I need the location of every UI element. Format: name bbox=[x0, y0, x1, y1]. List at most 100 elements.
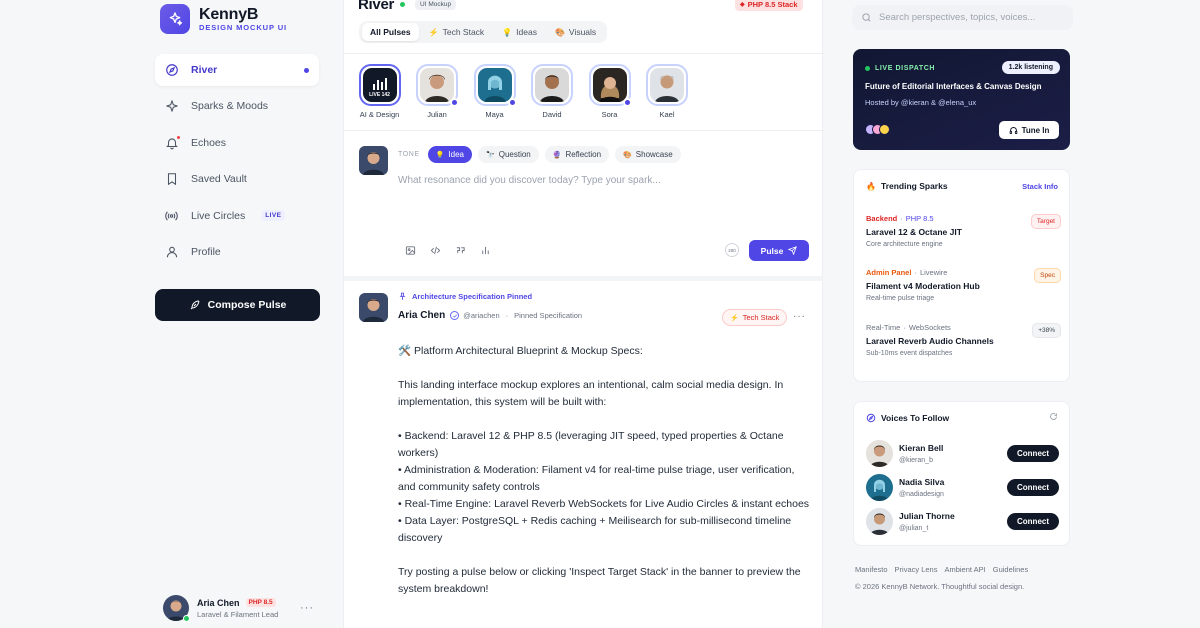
story-david[interactable]: David bbox=[531, 64, 574, 119]
tab-label: Tech Stack bbox=[442, 27, 485, 37]
tone-label: TONE bbox=[398, 151, 420, 158]
image-icon[interactable] bbox=[404, 244, 416, 256]
post-more-icon[interactable]: ··· bbox=[793, 311, 806, 322]
post-line: • Real-Time Engine: Laravel Reverb WebSo… bbox=[398, 498, 810, 510]
tune-in-button[interactable]: Tune In bbox=[999, 121, 1059, 139]
trending-item[interactable]: Real-Time · WebSockets Laravel Reverb Audi… bbox=[866, 323, 1061, 357]
footer-link-privacy[interactable]: Privacy Lens bbox=[895, 565, 938, 574]
footer-link-guidelines[interactable]: Guidelines bbox=[993, 565, 1028, 574]
main-nav: River Sparks & Moods Echoes Saved Vault … bbox=[155, 54, 319, 272]
tab-label: All Pulses bbox=[370, 27, 411, 37]
voice-name[interactable]: Kieran Bell bbox=[899, 443, 943, 453]
nav-item-sparks[interactable]: Sparks & Moods bbox=[155, 90, 319, 122]
trending-item[interactable]: Admin Panel · Livewire Filament v4 Moderat… bbox=[866, 268, 1061, 302]
brand[interactable]: KennyB DESIGN MOCKUP UI bbox=[160, 4, 287, 34]
telescope-icon: 🔭 bbox=[486, 151, 495, 159]
stack-badge[interactable]: ◆ PHP 8.5 Stack bbox=[735, 0, 803, 11]
more-options-icon[interactable]: ··· bbox=[300, 602, 314, 614]
footer-link-api[interactable]: Ambient API bbox=[944, 565, 985, 574]
voice-name[interactable]: Julian Thorne bbox=[899, 511, 955, 521]
voice-handle: @nadiadesign bbox=[899, 491, 944, 498]
tab-visuals[interactable]: 🎨 Visuals bbox=[547, 23, 604, 41]
tab-ideas[interactable]: 💡 Ideas bbox=[494, 23, 545, 41]
nav-label: Profile bbox=[191, 245, 221, 258]
character-counter: 280 bbox=[725, 243, 739, 257]
story-maya[interactable]: Maya bbox=[473, 64, 517, 119]
tone-option-label: Showcase bbox=[635, 150, 673, 159]
story-ring: LIVE 142 bbox=[358, 64, 401, 106]
story-julian[interactable]: Julian bbox=[416, 64, 459, 119]
broadcast-icon bbox=[164, 208, 179, 223]
sparkle-icon bbox=[164, 99, 179, 114]
post-line: • Backend: Laravel 12 & PHP 8.5 (leverag… bbox=[398, 430, 784, 459]
palette-icon: 🎨 bbox=[623, 151, 632, 159]
tab-tech-stack[interactable]: ⚡ Tech Stack bbox=[421, 23, 493, 41]
search-input[interactable]: Search perspectives, topics, voices... bbox=[852, 5, 1073, 30]
tech-stack-tag[interactable]: ⚡ Tech Stack bbox=[722, 309, 788, 326]
user-role: Laravel & Filament Lead bbox=[197, 609, 279, 619]
user-name: Aria Chen bbox=[197, 597, 240, 608]
quote-icon[interactable] bbox=[454, 244, 466, 256]
tone-selector: TONE 💡 Idea 🔭 Question 🔮 Reflection 🎨 Showca… bbox=[398, 146, 681, 163]
avatar[interactable] bbox=[866, 474, 893, 501]
live-thumbnail: LIVE 142 bbox=[362, 68, 397, 102]
tone-idea[interactable]: 💡 Idea bbox=[427, 146, 473, 163]
connect-button[interactable]: Connect bbox=[1007, 513, 1059, 530]
listening-count: 1.2k listening bbox=[1001, 61, 1060, 74]
tab-all-pulses[interactable]: All Pulses bbox=[362, 23, 419, 41]
nav-item-live-circles[interactable]: Live Circles LIVE bbox=[155, 200, 319, 232]
voice-name[interactable]: Nadia Silva bbox=[899, 477, 944, 487]
tone-showcase[interactable]: 🎨 Showcase bbox=[615, 146, 681, 163]
avatar[interactable] bbox=[866, 440, 893, 467]
avatar bbox=[879, 124, 890, 135]
post-avatar[interactable] bbox=[359, 293, 388, 322]
code-icon[interactable] bbox=[429, 244, 441, 256]
pinned-label: Architecture Specification Pinned bbox=[398, 292, 532, 301]
unread-indicator bbox=[450, 98, 459, 107]
tone-reflection[interactable]: 🔮 Reflection bbox=[544, 146, 610, 163]
compose-input[interactable]: What resonance did you discover today? T… bbox=[398, 175, 661, 186]
live-dispatch-card: LIVE DISPATCH 1.2k listening Future of E… bbox=[853, 49, 1070, 150]
footer-link-manifesto[interactable]: Manifesto bbox=[855, 565, 888, 574]
tone-question[interactable]: 🔭 Question bbox=[478, 146, 539, 163]
trending-item[interactable]: Backend · PHP 8.5 Laravel 12 & Octane JIT … bbox=[866, 214, 1061, 248]
current-user[interactable]: Aria Chen PHP 8.5 Laravel & Filament Lead bbox=[163, 595, 279, 622]
voices-header: Voices To Follow bbox=[866, 413, 949, 423]
story-sora[interactable]: Sora bbox=[588, 64, 632, 119]
pin-icon bbox=[398, 292, 407, 301]
compose-pulse-button[interactable]: Compose Pulse bbox=[155, 289, 320, 321]
story-kael[interactable]: Kael bbox=[646, 64, 689, 119]
story-ring bbox=[588, 64, 632, 107]
nav-item-profile[interactable]: Profile bbox=[155, 236, 319, 268]
story-name: Julian bbox=[427, 110, 447, 119]
tone-option-label: Reflection bbox=[565, 150, 602, 159]
voices-title: Voices To Follow bbox=[881, 413, 950, 423]
live-dispatch-label: LIVE DISPATCH bbox=[865, 65, 935, 72]
voices-card: Voices To Follow Kieran Bell @kieran_b C… bbox=[853, 401, 1070, 546]
nav-item-river[interactable]: River bbox=[155, 54, 319, 86]
author-name[interactable]: Aria Chen bbox=[398, 310, 445, 321]
nav-item-saved[interactable]: Saved Vault bbox=[155, 163, 319, 195]
trend-title: Laravel 12 & Octane JIT bbox=[866, 227, 962, 237]
connect-button[interactable]: Connect bbox=[1007, 479, 1059, 496]
feed-header: River UI Mockup bbox=[358, 0, 457, 13]
pulse-submit-button[interactable]: Pulse bbox=[749, 240, 809, 261]
author-handle: @ariachen bbox=[463, 311, 500, 320]
sparkle-logo-icon bbox=[160, 4, 190, 34]
avatar[interactable] bbox=[866, 508, 893, 535]
stack-info-link[interactable]: Stack Info bbox=[1022, 182, 1058, 191]
connect-button[interactable]: Connect bbox=[1007, 445, 1059, 462]
nav-label: Echoes bbox=[191, 136, 227, 149]
refresh-icon[interactable] bbox=[1049, 412, 1058, 421]
avatar bbox=[163, 595, 190, 622]
story-ai-design[interactable]: LIVE 142 AI & Design bbox=[358, 64, 401, 119]
live-tag: LIVE bbox=[261, 210, 286, 222]
stories-row: LIVE 142 AI & Design Julian Maya David S… bbox=[358, 64, 703, 119]
separator-dot: · bbox=[505, 311, 509, 320]
post-line: Try posting a pulse below or clicking 'I… bbox=[398, 566, 801, 595]
nav-item-echoes[interactable]: Echoes bbox=[155, 127, 319, 159]
unread-indicator bbox=[622, 98, 632, 107]
dispatch-host: Hosted by @kieran & @elena_ux bbox=[865, 98, 977, 107]
bar-chart-icon[interactable] bbox=[479, 244, 491, 256]
trending-header: 🔥 Trending Sparks bbox=[866, 181, 948, 191]
